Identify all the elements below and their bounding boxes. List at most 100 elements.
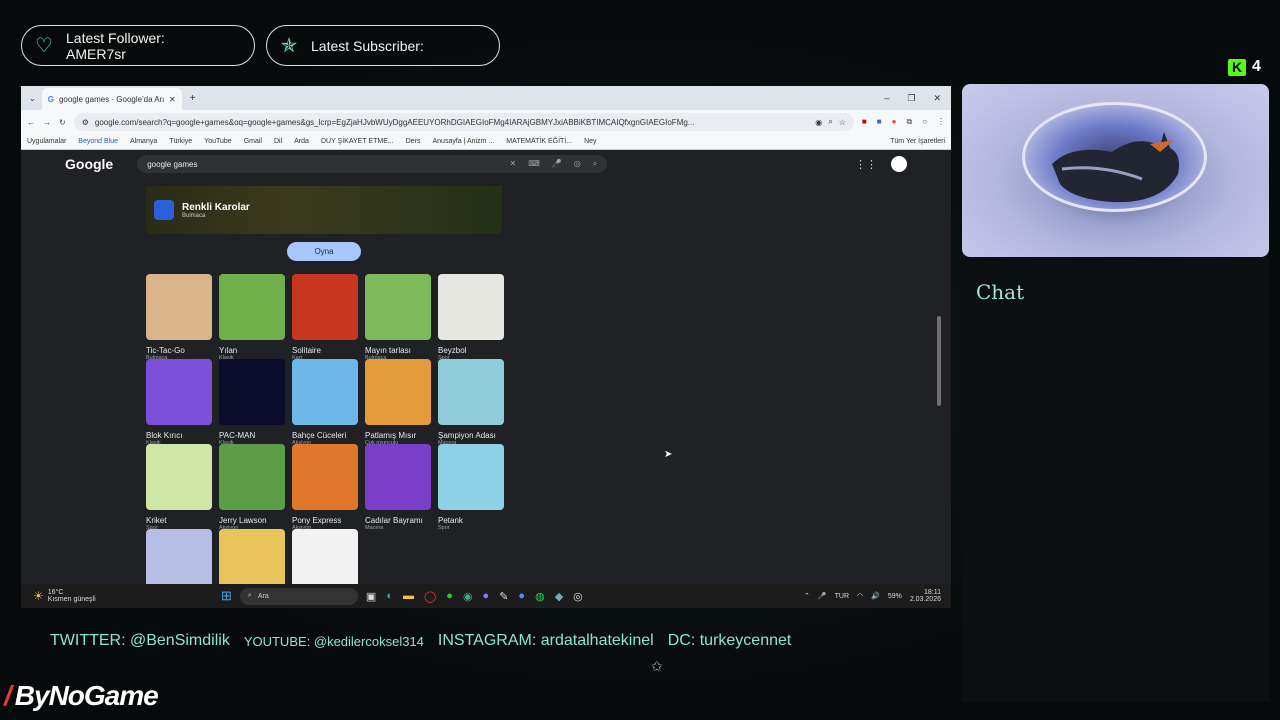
discord-icon[interactable]: ●	[518, 590, 525, 603]
back-icon[interactable]: ←	[27, 118, 35, 127]
app-icon[interactable]: ●	[483, 590, 490, 603]
forward-icon[interactable]: →	[43, 118, 51, 127]
clock-date[interactable]: 2.03.2026	[910, 596, 941, 603]
keyboard-icon[interactable]: ⌨	[528, 159, 540, 169]
language-indicator[interactable]: TUR	[835, 593, 849, 600]
pen-icon[interactable]: ✎	[499, 590, 508, 603]
apps-grid-icon[interactable]: ⋮⋮	[855, 158, 877, 171]
game-card[interactable]: Cadılar Bayramı Macera	[365, 444, 431, 531]
game-thumbnail[interactable]	[219, 444, 285, 510]
zoom-icon[interactable]: ⌕	[828, 117, 832, 127]
game-card[interactable]: Petank Spor	[438, 444, 504, 531]
new-tab-icon[interactable]: +	[190, 93, 196, 104]
extensions-icon[interactable]: ⧉	[906, 117, 912, 127]
bookmark-item[interactable]: Gmail	[244, 138, 262, 145]
profile-icon[interactable]: ○	[922, 117, 927, 127]
bookmark-item[interactable]: Ders	[406, 138, 421, 145]
bookmark-item[interactable]: Beyond Blue	[78, 138, 118, 145]
game-thumbnail[interactable]	[365, 274, 431, 340]
game-card[interactable]: Solitaire Kart	[292, 274, 358, 361]
bookmark-item[interactable]: Arda	[294, 138, 309, 145]
close-window-icon[interactable]: ✕	[933, 93, 941, 104]
game-thumbnail[interactable]	[146, 444, 212, 510]
lens-icon[interactable]: ◎	[574, 159, 581, 169]
avatar[interactable]	[891, 156, 907, 172]
steam-icon[interactable]: ◆	[555, 590, 563, 603]
game-card[interactable]: PAC-MAN Klasik	[219, 359, 285, 446]
game-card[interactable]: Blok Kırıcı Klasik	[146, 359, 212, 446]
location-icon[interactable]: ◉	[815, 118, 822, 127]
translate-icon[interactable]: ■	[877, 117, 882, 127]
game-card[interactable]: Pony Express Aksiyon	[292, 444, 358, 531]
game-thumbnail[interactable]	[292, 359, 358, 425]
task-view-icon[interactable]: ▣	[366, 590, 376, 603]
game-card[interactable]: Şampiyon Adası Macera	[438, 359, 504, 446]
extension-icon[interactable]: ●	[892, 117, 897, 127]
game-card[interactable]: Bahçe Cüceleri Aksiyon	[292, 359, 358, 446]
site-info-icon[interactable]: ⚙	[82, 118, 89, 127]
game-thumbnail[interactable]	[292, 444, 358, 510]
bookmark-item[interactable]: Uygulamalar	[27, 138, 66, 145]
game-card[interactable]: Beyzbol Spor	[438, 274, 504, 361]
game-thumbnail[interactable]	[438, 274, 504, 340]
clock-time[interactable]: 18:11	[910, 589, 941, 596]
chevron-up-icon[interactable]: ⌃	[804, 592, 810, 600]
maximize-icon[interactable]: ❐	[907, 93, 915, 104]
google-search-box[interactable]: google games ✕ ⌨ 🎤 ◎ ⌕	[137, 155, 608, 173]
bookmark-item[interactable]: Ney	[584, 138, 596, 145]
taskbar-search[interactable]: ⌕ Ara	[239, 587, 358, 605]
bookmark-item[interactable]: Anusayfa | Anizm ...	[432, 138, 494, 145]
bookmark-star-icon[interactable]: ☆	[839, 118, 846, 127]
whatsapp-icon[interactable]: ◍	[535, 590, 545, 603]
reload-icon[interactable]: ↻	[59, 118, 66, 127]
game-thumbnail[interactable]	[438, 444, 504, 510]
bookmark-item[interactable]: Türkiye	[169, 138, 192, 145]
opera-icon[interactable]: ◯	[424, 590, 436, 603]
file-explorer-icon[interactable]: ▬	[403, 590, 414, 603]
tab-search-icon[interactable]: ⌄	[29, 94, 36, 103]
bookmark-item[interactable]: Almanya	[130, 138, 157, 145]
volume-icon[interactable]: 🔊	[871, 592, 880, 600]
menu-icon[interactable]: ⋮	[937, 117, 945, 127]
game-card[interactable]: Yılan Klasik	[219, 274, 285, 361]
game-thumbnail[interactable]	[146, 274, 212, 340]
game-card[interactable]: Jerry Lawson Aksiyon	[219, 444, 285, 531]
game-thumbnail[interactable]	[365, 444, 431, 510]
bookmark-item[interactable]: Dil	[274, 138, 282, 145]
search-icon[interactable]: ⌕	[593, 159, 597, 169]
game-thumbnail[interactable]	[146, 359, 212, 425]
play-button[interactable]: Oyna	[287, 242, 361, 261]
battery-level[interactable]: 59%	[888, 593, 902, 600]
all-bookmarks[interactable]: Tüm Yer İşaretleri	[890, 138, 945, 145]
close-tab-icon[interactable]: ✕	[169, 95, 176, 104]
featured-game-banner[interactable]: Renkli Karolar Bulmaca	[146, 186, 502, 234]
mic-icon[interactable]: 🎤	[552, 159, 562, 169]
wifi-icon[interactable]: ◠	[857, 592, 863, 600]
game-thumbnail[interactable]	[438, 359, 504, 425]
bookmark-item[interactable]: YouTube	[204, 138, 232, 145]
game-card[interactable]: Patlamış Mısır Çok oyunculu	[365, 359, 431, 446]
extension-icon[interactable]: ■	[862, 117, 867, 127]
game-thumbnail[interactable]	[219, 359, 285, 425]
edge-icon[interactable]: ◐	[386, 590, 393, 603]
obs-icon[interactable]: ◎	[573, 590, 583, 603]
weather-widget[interactable]: ☀ 16°C Kısmen güneşli	[21, 589, 221, 603]
game-card[interactable]: Tic-Tac-Go Bulmaca	[146, 274, 212, 361]
game-thumbnail[interactable]	[365, 359, 431, 425]
minimize-icon[interactable]: –	[884, 93, 889, 104]
address-bar[interactable]: ⚙ google.com/search?q=google+games&oq=go…	[73, 113, 854, 131]
mic-icon[interactable]: 🎤	[818, 592, 827, 600]
game-thumbnail[interactable]	[292, 274, 358, 340]
clear-icon[interactable]: ✕	[510, 159, 517, 169]
line-icon[interactable]: ●	[446, 590, 453, 603]
start-icon[interactable]: ⊞	[221, 588, 232, 604]
game-thumbnail[interactable]	[219, 274, 285, 340]
bookmark-item[interactable]: MATEMATİK EĞİTİ...	[506, 138, 572, 145]
bookmark-item[interactable]: DUY ŞİKAYET ETME...	[321, 138, 394, 145]
game-card[interactable]: Kriket Spor	[146, 444, 212, 531]
scrollbar[interactable]	[937, 316, 941, 406]
game-card[interactable]: Mayın tarlası Bulmaca	[365, 274, 431, 361]
browser-tab[interactable]: G google games - Google'da Ara ✕	[41, 88, 182, 110]
chrome-icon[interactable]: ◉	[463, 590, 473, 603]
google-logo[interactable]: Google	[65, 156, 113, 172]
